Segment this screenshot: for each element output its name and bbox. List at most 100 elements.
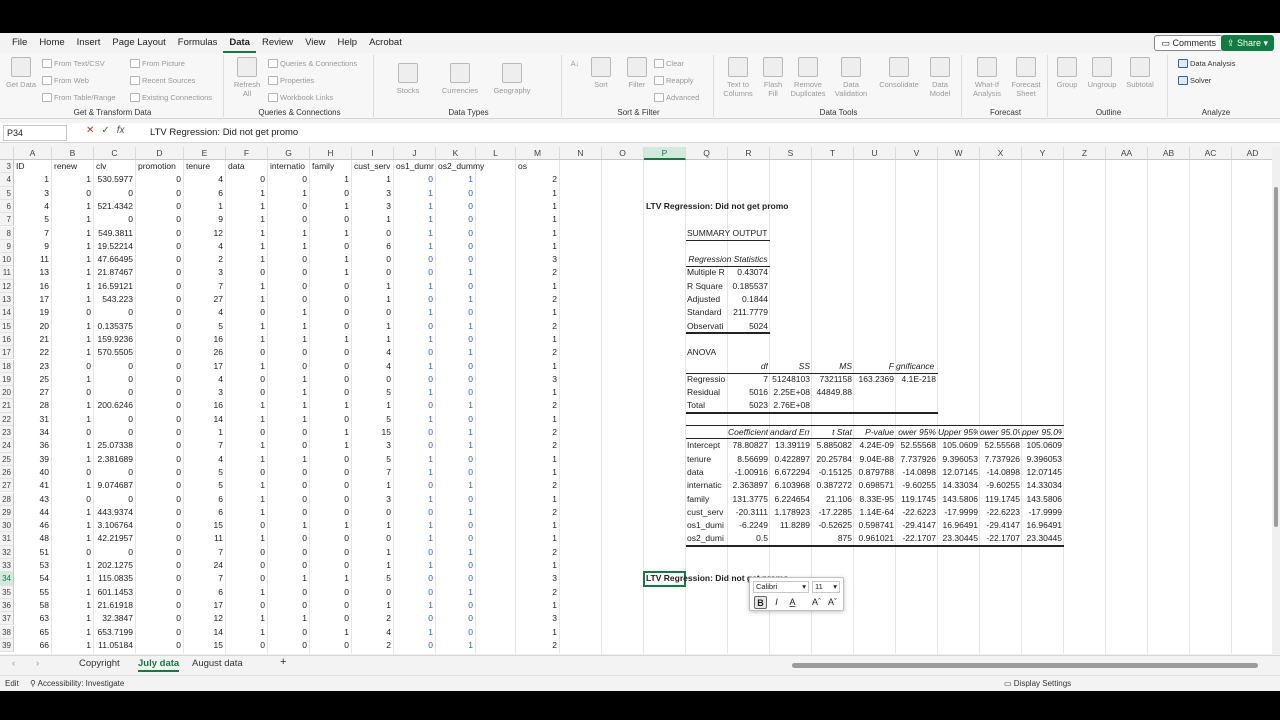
stat-label[interactable]: Adjusted [687, 293, 728, 306]
data-cell[interactable]: 16.59121 [94, 280, 133, 293]
data-cell[interactable]: 1 [268, 227, 307, 240]
data-cell[interactable]: 1 [516, 599, 557, 612]
data-cell[interactable]: 1 [226, 453, 265, 466]
data-cell[interactable]: 1 [268, 240, 307, 253]
row-header[interactable]: 29 [0, 505, 14, 520]
coef-cell[interactable]: 6.224654 [770, 493, 810, 506]
data-cell[interactable]: 2 [516, 320, 557, 333]
coef-cell[interactable]: 9.04E-88 [854, 453, 895, 466]
data-cell[interactable]: 2 [352, 639, 391, 652]
data-cell[interactable]: 1 [52, 266, 91, 279]
data-cell[interactable]: 1 [226, 213, 265, 226]
data-cell[interactable]: 1 [352, 479, 391, 492]
row-header[interactable]: 37 [0, 612, 14, 626]
data-cell[interactable]: 530.5977 [94, 173, 133, 186]
coef-cell[interactable]: 11.8289 [770, 519, 810, 532]
data-cell[interactable]: 0 [136, 346, 181, 359]
coef-cell[interactable]: -17.9999 [1022, 506, 1062, 519]
coef-cell[interactable]: -9.60255 [896, 479, 936, 492]
data-cell[interactable]: 1 [436, 426, 473, 439]
data-cell[interactable]: 1 [394, 493, 433, 506]
data-cell[interactable]: 0 [394, 293, 433, 306]
data-cell[interactable]: 1 [516, 200, 557, 213]
data-cell[interactable]: 0 [310, 346, 349, 359]
anova-header[interactable]: df [728, 360, 768, 373]
data-cell[interactable]: 21.61918 [94, 599, 133, 612]
coef-cell[interactable]: 52.55568 [896, 439, 936, 452]
data-cell[interactable]: 1 [516, 559, 557, 572]
coef-cell[interactable]: -1.00916 [728, 466, 768, 479]
data-cell[interactable]: 0 [136, 453, 181, 466]
data-cell[interactable]: 6 [184, 586, 223, 599]
data-cell[interactable]: 0 [352, 532, 391, 545]
data-cell[interactable]: 0 [94, 426, 133, 439]
coef-cell[interactable]: 0.598741 [854, 519, 894, 532]
data-cell[interactable]: 1 [394, 306, 433, 319]
data-cell[interactable]: 1 [436, 639, 473, 652]
data-cell[interactable]: 1 [394, 213, 433, 226]
data-cell[interactable]: 1 [226, 493, 265, 506]
data-cell[interactable]: 1 [268, 373, 307, 386]
data-cell[interactable]: 0 [94, 187, 133, 200]
data-cell[interactable]: 0 [52, 493, 91, 506]
get-data-button[interactable]: Get Data [6, 57, 36, 89]
column-header[interactable]: K [436, 147, 476, 160]
data-cell[interactable]: 54 [14, 572, 49, 585]
data-cell[interactable]: 21 [14, 333, 49, 346]
coef-cell[interactable]: 6.103968 [770, 479, 810, 492]
data-cell[interactable]: 0 [352, 227, 391, 240]
what-if-button[interactable]: What-If Analysis [968, 57, 1006, 98]
data-cell[interactable]: 2 [516, 426, 557, 439]
anova-cell[interactable]: 2.76E+08 [770, 399, 810, 412]
comments-button[interactable]: ▭ Comments [1154, 35, 1223, 51]
summary-output-label[interactable]: SUMMARY OUTPUT [687, 227, 767, 240]
data-cell[interactable]: 0 [268, 360, 307, 373]
data-cell[interactable]: 11 [184, 532, 223, 545]
row-header[interactable]: 33 [0, 559, 14, 573]
data-cell[interactable]: 0 [436, 213, 473, 226]
data-cell[interactable]: 0 [52, 386, 91, 399]
column-header[interactable]: H [310, 147, 352, 160]
column-header[interactable]: Y [1022, 147, 1064, 160]
data-cell[interactable]: 202.1275 [94, 559, 133, 572]
data-cell[interactable]: 0.135375 [94, 320, 133, 333]
data-cell[interactable]: 7 [14, 227, 49, 240]
data-cell[interactable]: 0 [394, 639, 433, 652]
data-cell[interactable]: 0 [394, 572, 433, 585]
horizontal-scrollbar[interactable] [792, 663, 1258, 668]
data-cell[interactable]: 0 [310, 559, 349, 572]
coef-cell[interactable]: 16.96491 [1022, 519, 1062, 532]
data-cell[interactable]: 0 [310, 386, 349, 399]
data-cell[interactable]: 39 [14, 453, 49, 466]
coef-cell[interactable]: -6.2249 [728, 519, 768, 532]
row-header[interactable]: 21 [0, 399, 14, 413]
data-cell[interactable]: 1 [310, 266, 349, 279]
column-header[interactable]: B [52, 147, 94, 160]
sort-button[interactable]: Sort [590, 57, 612, 89]
row-header[interactable]: 34 [0, 572, 14, 586]
column-header[interactable]: L [476, 147, 516, 160]
data-cell[interactable]: 1 [268, 187, 307, 200]
data-cell[interactable]: 5 [352, 572, 391, 585]
data-cell[interactable]: 1 [394, 559, 433, 572]
data-cell[interactable]: 0 [310, 586, 349, 599]
row-header[interactable]: 25 [0, 452, 14, 466]
anova-header[interactable]: F [854, 360, 894, 373]
data-cell[interactable]: 40 [14, 466, 49, 479]
data-cell[interactable]: 0 [310, 479, 349, 492]
data-cell[interactable]: 3 [516, 373, 557, 386]
data-cell[interactable]: 1 [226, 320, 265, 333]
stat-label[interactable]: Multiple R [687, 266, 728, 279]
data-cell[interactable]: 0 [94, 306, 133, 319]
coef-cell[interactable]: -22.1707 [896, 532, 936, 545]
row-header[interactable]: 6 [0, 199, 14, 214]
data-cell[interactable]: 0 [436, 200, 473, 213]
coef-cell[interactable]: 78.80827 [728, 439, 768, 452]
data-cell[interactable]: 0 [394, 399, 433, 412]
data-cell[interactable]: 0 [436, 333, 473, 346]
data-cell[interactable]: 1 [52, 599, 91, 612]
add-sheet-button[interactable]: + [280, 656, 286, 668]
anova-cell[interactable]: 7 [728, 373, 768, 386]
column-header[interactable]: AB [1148, 147, 1190, 160]
coef-cell[interactable]: 8.33E-95 [854, 493, 895, 506]
